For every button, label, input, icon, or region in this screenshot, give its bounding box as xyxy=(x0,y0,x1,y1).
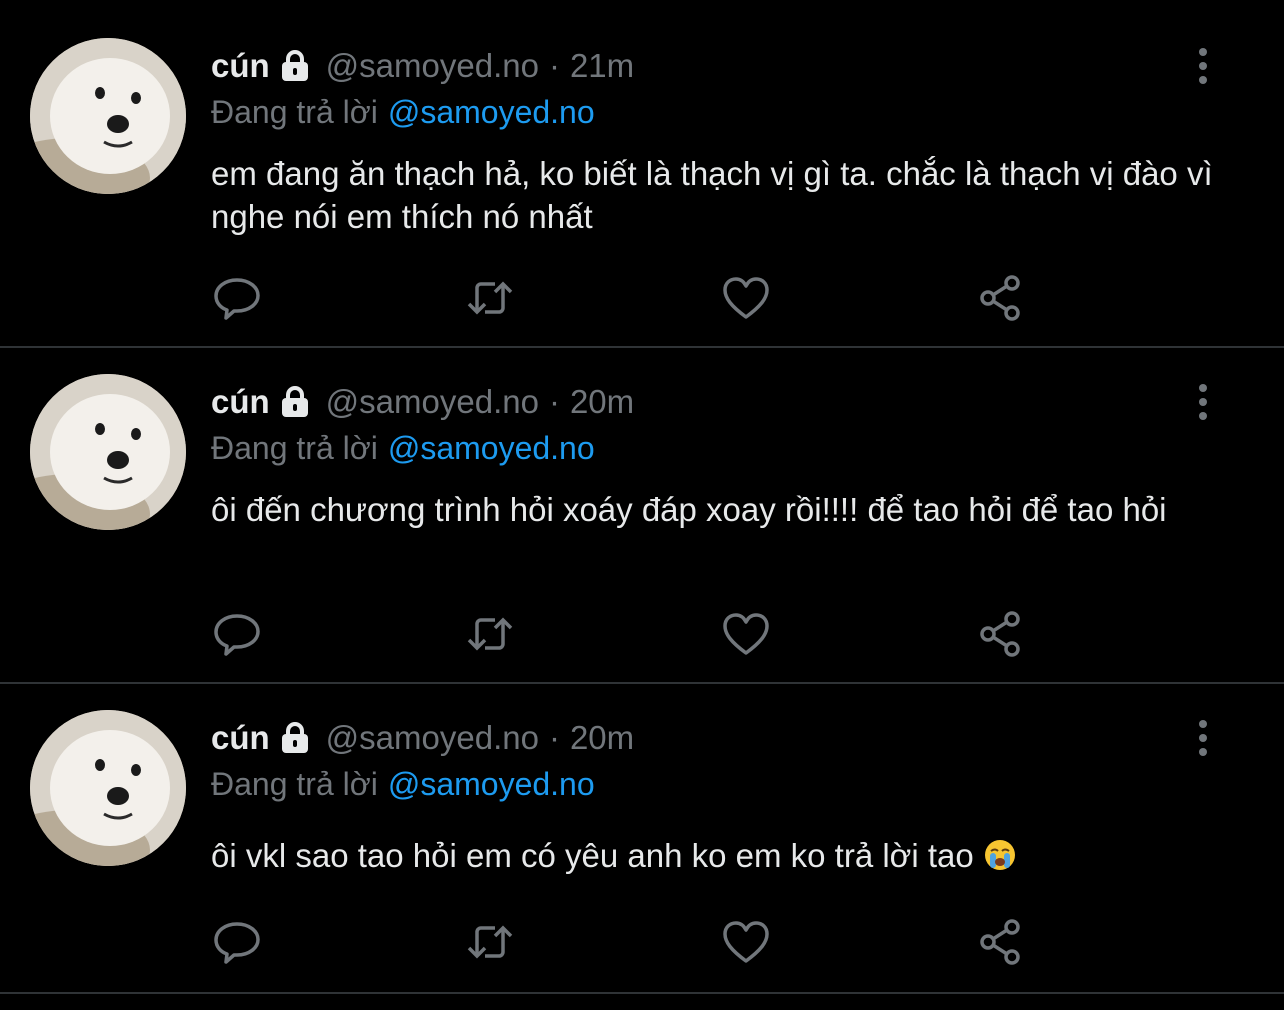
tweet[interactable]: cún @samoyed.no · 20m Đang trả lời @samoy… xyxy=(0,684,1284,994)
retweet-icon[interactable] xyxy=(465,610,515,658)
heart-icon[interactable] xyxy=(721,274,771,322)
replying-to: Đang trả lời @samoyed.no xyxy=(211,430,595,467)
tweet-text-container: ôi vkl sao tao hỏi em có yêu anh ko em k… xyxy=(211,834,1221,877)
tweet[interactable]: cún @samoyed.no · 20m Đang trả lời @samoy… xyxy=(0,348,1284,684)
tweet-actions xyxy=(212,274,1052,322)
tweet-feed: cún @samoyed.no · 21m Đang trả lời @samoy… xyxy=(0,0,1284,1010)
reply-icon[interactable] xyxy=(212,918,262,966)
display-name[interactable]: cún xyxy=(211,383,270,421)
display-name[interactable]: cún xyxy=(211,47,270,85)
reply-mention-link[interactable]: @samoyed.no xyxy=(388,766,595,802)
share-icon[interactable] xyxy=(976,918,1026,966)
avatar[interactable] xyxy=(30,374,186,530)
timestamp[interactable]: 21m xyxy=(570,47,634,85)
share-icon[interactable] xyxy=(976,610,1026,658)
loudly-crying-face-icon xyxy=(983,838,1017,872)
tweet-header: cún @samoyed.no · 20m xyxy=(211,382,634,422)
more-vertical-icon[interactable] xyxy=(1188,46,1218,86)
user-handle[interactable]: @samoyed.no xyxy=(326,719,539,757)
more-vertical-icon[interactable] xyxy=(1188,382,1218,422)
replying-to: Đang trả lời @samoyed.no xyxy=(211,94,595,131)
reply-icon[interactable] xyxy=(212,274,262,322)
replying-to: Đang trả lời @samoyed.no xyxy=(211,766,595,803)
reply-mention-link[interactable]: @samoyed.no xyxy=(388,430,595,466)
tweet-text: ôi vkl sao tao hỏi em có yêu anh ko em k… xyxy=(211,837,974,874)
tweet-header: cún @samoyed.no · 21m xyxy=(211,46,634,86)
reply-prefix: Đang trả lời xyxy=(211,94,378,130)
separator: · xyxy=(548,719,560,756)
timestamp[interactable]: 20m xyxy=(570,383,634,421)
lock-icon xyxy=(278,721,312,755)
reply-mention-link[interactable]: @samoyed.no xyxy=(388,94,595,130)
reply-prefix: Đang trả lời xyxy=(211,430,378,466)
tweet-text: ôi đến chương trình hỏi xoáy đáp xoay rồ… xyxy=(211,491,1167,528)
heart-icon[interactable] xyxy=(721,918,771,966)
retweet-icon[interactable] xyxy=(465,274,515,322)
tweet-actions xyxy=(212,610,1052,658)
tweet-text: em đang ăn thạch hả, ko biết là thạch vị… xyxy=(211,155,1213,235)
display-name[interactable]: cún xyxy=(211,719,270,757)
tweet-header: cún @samoyed.no · 20m xyxy=(211,718,634,758)
lock-icon xyxy=(278,385,312,419)
reply-icon[interactable] xyxy=(212,610,262,658)
heart-icon[interactable] xyxy=(721,610,771,658)
lock-icon xyxy=(278,49,312,83)
more-vertical-icon[interactable] xyxy=(1188,718,1218,758)
reply-prefix: Đang trả lời xyxy=(211,766,378,802)
retweet-icon[interactable] xyxy=(465,918,515,966)
tweet-actions xyxy=(212,918,1052,966)
user-handle[interactable]: @samoyed.no xyxy=(326,383,539,421)
avatar[interactable] xyxy=(30,710,186,866)
separator: · xyxy=(548,47,560,84)
timestamp[interactable]: 20m xyxy=(570,719,634,757)
share-icon[interactable] xyxy=(976,274,1026,322)
tweet[interactable]: cún @samoyed.no · 21m Đang trả lời @samoy… xyxy=(0,12,1284,348)
separator: · xyxy=(548,383,560,420)
avatar[interactable] xyxy=(30,38,186,194)
user-handle[interactable]: @samoyed.no xyxy=(326,47,539,85)
